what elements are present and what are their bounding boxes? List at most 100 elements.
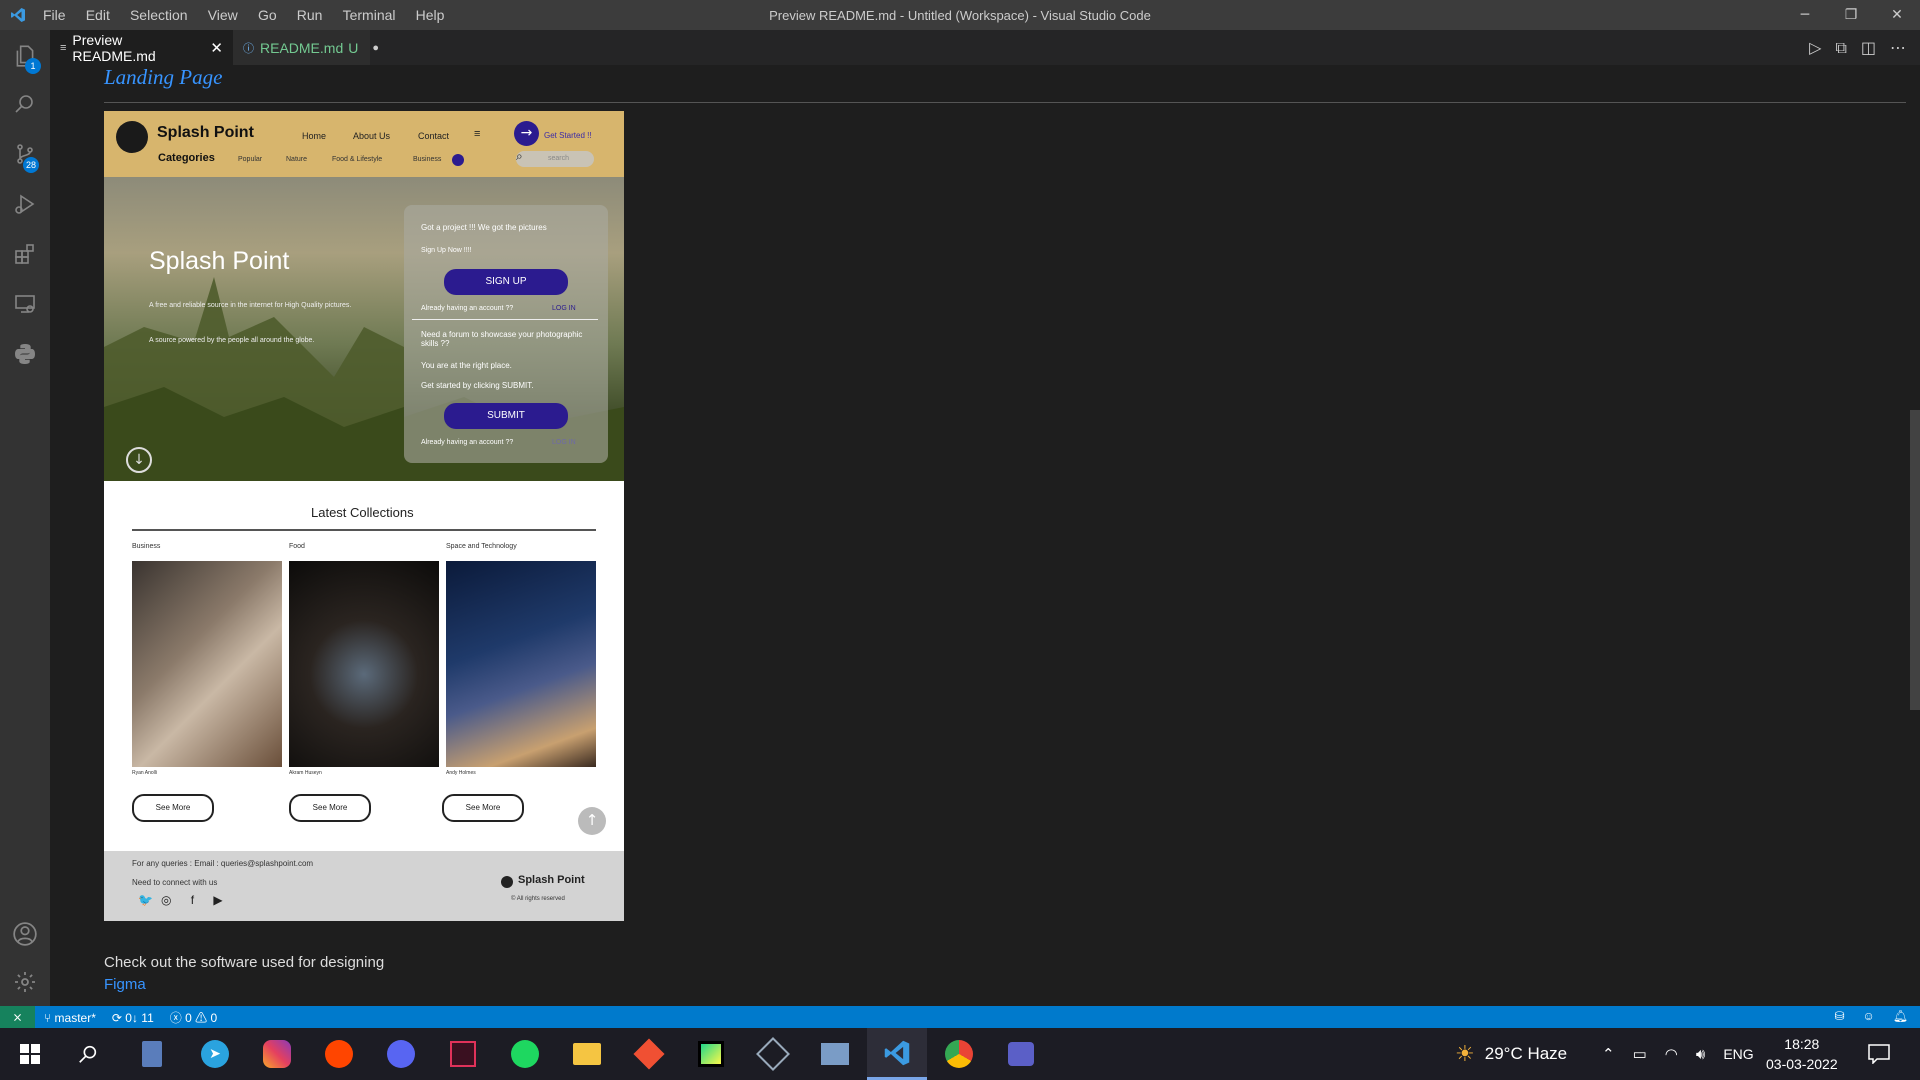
figma-link[interactable]: Figma [104,976,146,993]
menu-view[interactable]: View [200,7,246,23]
accounts-button[interactable] [0,910,50,958]
language-indicator[interactable]: ENG [1723,1046,1753,1062]
remote-explorer-icon [15,295,35,313]
mock-brand: Splash Point [157,124,254,141]
taskbar-calculator[interactable] [122,1028,182,1080]
search-icon [79,1045,97,1063]
run-debug-icon [15,194,35,214]
tab-preview-label: Preview README.md [72,31,156,64]
telegram-icon: ➤ [201,1040,229,1068]
show-hidden-icons-chevron-icon[interactable]: ⌃ [1602,1045,1615,1063]
menu-help[interactable]: Help [408,7,453,23]
weather-widget[interactable]: ☀ 29°C Haze [1455,1028,1567,1080]
clock-date: 03-03-2022 [1766,1056,1838,1072]
remote-indicator-icon[interactable]: ⨯ [0,1006,35,1028]
mock-card-line2: Sign Up Now !!!! [421,247,472,254]
chrome-icon [945,1040,973,1068]
split-editor-icon[interactable]: ◫ [1861,38,1876,57]
mock-collection-category: Space and Technology [446,543,517,550]
tab-preview-readme[interactable]: ≡ Preview README.md ✕ [50,30,233,65]
taskbar-file-explorer[interactable] [557,1028,617,1080]
mock-hero-desc1: A free and reliable source in the intern… [149,302,352,309]
wifi-icon[interactable]: ◠ [1665,1045,1678,1063]
taskbar-spotify[interactable] [495,1028,555,1080]
app-icon [450,1041,476,1067]
sync-indicator[interactable]: ⟳ 0↓ 11 [112,1011,154,1025]
taskbar-vectornator[interactable] [433,1028,493,1080]
mock-photo-food [289,561,439,767]
battery-icon[interactable]: ▭ [1633,1045,1647,1063]
taskbar-vscode[interactable] [867,1028,927,1080]
editor-actions: ▷ ⧉ ◫ ⋯ [1809,30,1906,65]
taskbar-teams[interactable] [991,1028,1051,1080]
mock-cat-business: Business [413,156,442,163]
more-actions-icon[interactable]: ⋯ [1890,38,1906,57]
database-icon[interactable]: ⛁ [1834,1009,1844,1023]
mock-card-divider [412,319,598,320]
mock-hero: Splash Point A free and reliable source … [104,177,624,481]
landing-page-heading-link[interactable]: Landing Page [104,65,222,90]
taskbar-ise[interactable] [805,1028,865,1080]
run-icon[interactable]: ▷ [1809,38,1821,57]
mock-footer-brand: Splash Point [518,874,585,886]
volume-icon[interactable]: 🔊︎ [1696,1046,1705,1063]
mock-footer: For any queries : Email : queries@splash… [104,851,624,921]
notifications-bell-icon[interactable]: 🔔︎ [1893,1009,1908,1023]
unsaved-dot-icon[interactable]: ● [372,42,379,54]
source-control-button[interactable]: 28 [0,130,50,178]
reddit-icon [325,1040,353,1068]
menu-run[interactable]: Run [289,7,331,23]
mock-cat-nature: Nature [286,156,308,163]
extensions-button[interactable] [0,230,50,278]
tab-readme-label: README.md [260,39,344,56]
feedback-icon[interactable]: ☺ [1863,1009,1875,1023]
open-source-icon[interactable]: ⧉ [1835,38,1846,58]
remote-explorer-button[interactable] [0,280,50,328]
taskbar-git[interactable] [619,1028,679,1080]
clock[interactable]: 18:28 03-03-2022 [1766,1028,1838,1080]
gear-icon [15,972,35,992]
minimize-button[interactable]: ─ [1782,0,1828,30]
taskbar-search-button[interactable] [58,1028,118,1080]
run-debug-button[interactable] [0,180,50,228]
menu-go[interactable]: Go [250,7,285,23]
menu-terminal[interactable]: Terminal [335,7,404,23]
mock-categories-label: Categories [158,152,215,164]
taskbar-discord[interactable] [371,1028,431,1080]
mock-logo-icon [116,121,148,153]
notification-center-button[interactable] [1868,1028,1890,1080]
discord-icon [387,1040,415,1068]
taskbar-virtualbox[interactable] [743,1028,803,1080]
title-bar: File Edit Selection View Go Run Terminal… [0,0,1920,30]
close-window-button[interactable]: ✕ [1874,0,1920,30]
mock-collections: Latest Collections Business Food Space a… [104,481,624,851]
menu-selection[interactable]: Selection [122,7,196,23]
taskbar-pycharm[interactable] [681,1028,741,1080]
start-button[interactable] [0,1028,60,1080]
mock-collections-divider [132,529,596,531]
windows-taskbar: ➤ ☀ 29°C Haze ⌃ ▭ ◠ 🔊︎ ENG 18:28 03-03-2… [0,1028,1920,1080]
explorer-button[interactable]: 1 [0,32,50,80]
teams-icon [1008,1042,1034,1066]
mock-card-line4: You are at the right place. [421,361,512,370]
menu-file[interactable]: File [35,7,74,23]
problems-indicator[interactable]: ⓧ 0 ⚠ 0 [170,1009,217,1026]
weather-icon: ☀ [1455,1041,1475,1066]
taskbar-telegram[interactable]: ➤ [185,1028,245,1080]
restore-button[interactable]: ❐ [1828,0,1874,30]
mock-arrow-right-icon: → [514,121,539,146]
branch-indicator[interactable]: ⑂ master* [44,1011,96,1025]
close-tab-icon[interactable]: ✕ [210,39,223,57]
search-view-button[interactable] [0,80,50,128]
taskbar-instagram[interactable] [247,1028,307,1080]
tab-readme[interactable]: ⓘ README.md U ● [233,30,379,65]
mock-get-started: Get Started !! [544,131,592,140]
manage-button[interactable] [0,958,50,1006]
taskbar-reddit[interactable] [309,1028,369,1080]
vscode-icon [884,1040,910,1065]
python-button[interactable] [0,330,50,378]
editor-scrollbar[interactable] [1910,410,1920,710]
menu-edit[interactable]: Edit [78,7,118,23]
designing-paragraph: Check out the software used for designin… [104,954,385,971]
taskbar-chrome[interactable] [929,1028,989,1080]
